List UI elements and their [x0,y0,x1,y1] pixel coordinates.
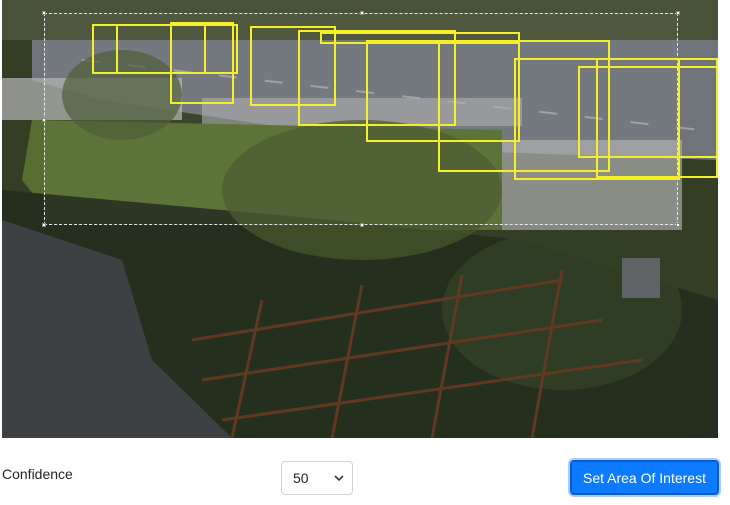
roi-handle-top-right[interactable] [676,11,680,15]
detection-box [170,22,234,104]
camera-feed-image [2,0,718,438]
confidence-label: Confidence [2,466,73,482]
roi-handle-bottom[interactable] [360,223,364,227]
confidence-select[interactable]: 50 [281,461,353,495]
roi-handle-top-left[interactable] [42,11,46,15]
roi-handle-left[interactable] [42,118,46,122]
detection-box [320,32,520,44]
object-detection-settings: Confidence 50 Set Area Of Interest [0,0,730,505]
chevron-down-icon [334,475,344,482]
roi-handle-bottom-right[interactable] [676,223,680,227]
roi-handle-top[interactable] [360,11,364,15]
set-area-of-interest-button[interactable]: Set Area Of Interest [570,460,719,495]
detection-box [596,58,718,178]
confidence-value: 50 [293,470,309,486]
roi-handle-bottom-left[interactable] [42,223,46,227]
